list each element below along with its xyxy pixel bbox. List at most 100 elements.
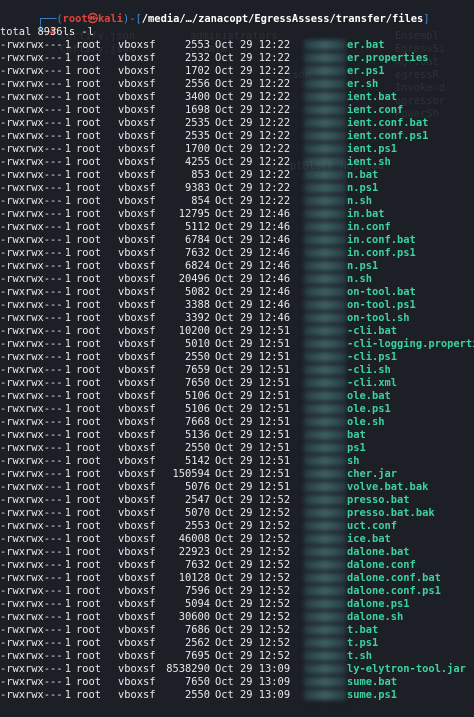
redacted-filename-blur	[304, 248, 346, 258]
file-name: on-tool.sh	[304, 312, 410, 325]
file-size: 46008	[178, 533, 210, 545]
file-permissions: -rwxrwx---	[0, 286, 63, 298]
terminal-window[interactable]: Certify.json administrators Certify.json…	[0, 0, 474, 717]
file-links: 1	[64, 494, 71, 506]
file-links: 1	[64, 416, 71, 428]
redacted-filename-blur	[304, 131, 346, 141]
file-links: 1	[64, 455, 71, 467]
file-owner: root	[76, 507, 102, 519]
file-date: Oct 29 12:52	[215, 520, 291, 532]
file-name-visible: cher.jar	[347, 468, 398, 480]
file-name-visible: volve.bat.bak	[347, 481, 429, 493]
file-name-visible: sume.ps1	[347, 689, 398, 701]
file-owner: root	[76, 52, 102, 64]
file-owner: root	[76, 156, 102, 168]
file-owner: root	[76, 143, 102, 155]
file-row: -rwxrwx--- 1 root vboxsf 7650 Oct 29 12:51 -cl…	[0, 377, 474, 390]
redacted-filename-blur	[304, 40, 346, 50]
file-size: 7695	[184, 650, 210, 662]
file-name: ient.conf.ps1	[304, 130, 428, 143]
file-date: Oct 29 12:51	[215, 442, 291, 454]
file-size: 7650	[184, 676, 210, 688]
file-size: 7659	[184, 364, 210, 376]
file-size: 6784	[184, 234, 210, 246]
file-permissions: -rwxrwx---	[0, 494, 63, 506]
file-size: 1700	[184, 143, 210, 155]
file-size: 22923	[178, 546, 210, 558]
file-group: vboxsf	[118, 117, 156, 129]
file-date: Oct 29 12:52	[215, 650, 291, 662]
file-name-visible: -cli.ps1	[347, 351, 398, 363]
redacted-filename-blur	[304, 313, 346, 323]
file-row: -rwxrwx--- 1 root vboxsf 12795 Oct 29 12:46 in…	[0, 208, 474, 221]
file-name-visible: in.bat	[347, 208, 385, 220]
file-name-visible: ly-elytron-tool.jar	[347, 663, 466, 675]
file-owner: root	[76, 650, 102, 662]
file-group: vboxsf	[118, 104, 156, 116]
file-date: Oct 29 12:46	[215, 273, 291, 285]
file-name-visible: dalone.sh	[347, 611, 404, 623]
file-name-visible: n.sh	[347, 195, 373, 207]
file-owner: root	[76, 676, 102, 688]
file-date: Oct 29 12:51	[215, 455, 291, 467]
file-name-visible: dalone.conf.bat	[347, 572, 441, 584]
file-name: n.sh	[304, 273, 372, 286]
file-name: t.ps1	[304, 637, 378, 650]
file-date: Oct 29 12:22	[215, 65, 291, 77]
file-size: 853	[191, 169, 210, 181]
file-permissions: -rwxrwx---	[0, 598, 63, 610]
file-row: -rwxrwx--- 1 root vboxsf 1702 Oct 29 12:22 er.…	[0, 65, 474, 78]
file-group: vboxsf	[118, 260, 156, 272]
file-links: 1	[64, 403, 71, 415]
file-name-visible: er.ps1	[347, 65, 385, 77]
file-size: 7668	[184, 416, 210, 428]
file-name-visible: ole.bat	[347, 390, 391, 402]
file-owner: root	[76, 65, 102, 77]
file-group: vboxsf	[118, 689, 156, 701]
file-size: 2547	[184, 494, 210, 506]
file-name: dalone.conf.bat	[304, 572, 441, 585]
file-name: n.sh	[304, 195, 372, 208]
redacted-filename-blur	[304, 612, 346, 622]
redacted-filename-blur	[304, 300, 346, 310]
file-size: 10200	[178, 325, 210, 337]
file-group: vboxsf	[118, 143, 156, 155]
file-date: Oct 29 12:52	[215, 572, 291, 584]
file-group: vboxsf	[118, 559, 156, 571]
file-date: Oct 29 12:46	[215, 312, 291, 324]
file-date: Oct 29 12:52	[215, 559, 291, 571]
file-date: Oct 29 12:51	[215, 364, 291, 376]
file-owner: root	[76, 585, 102, 597]
file-owner: root	[76, 104, 102, 116]
file-group: vboxsf	[118, 91, 156, 103]
file-row: -rwxrwx--- 1 root vboxsf 5136 Oct 29 12:51 bat	[0, 429, 474, 442]
file-row: -rwxrwx--- 1 root vboxsf 5082 Oct 29 12:46 on-…	[0, 286, 474, 299]
file-links: 1	[64, 325, 71, 337]
redacted-filename-blur	[304, 92, 346, 102]
file-owner: root	[76, 247, 102, 259]
file-size: 6824	[184, 260, 210, 272]
file-name-visible: dalone.conf.ps1	[347, 585, 441, 597]
file-name-visible: sh	[347, 455, 360, 467]
file-size: 5010	[184, 338, 210, 350]
file-group: vboxsf	[118, 338, 156, 350]
file-links: 1	[64, 182, 71, 194]
file-size: 5070	[184, 507, 210, 519]
file-links: 1	[64, 390, 71, 402]
file-size: 2532	[184, 52, 210, 64]
file-owner: root	[76, 455, 102, 467]
redacted-filename-blur	[304, 404, 346, 414]
file-owner: root	[76, 208, 102, 220]
file-links: 1	[64, 546, 71, 558]
file-permissions: -rwxrwx---	[0, 624, 63, 636]
file-links: 1	[64, 143, 71, 155]
file-links: 1	[64, 624, 71, 636]
file-name: t.sh	[304, 650, 372, 663]
file-date: Oct 29 12:52	[215, 507, 291, 519]
file-group: vboxsf	[118, 637, 156, 649]
redacted-filename-blur	[304, 456, 346, 466]
file-row: -rwxrwx--- 1 root vboxsf 7659 Oct 29 12:51 -cl…	[0, 364, 474, 377]
file-permissions: -rwxrwx---	[0, 442, 63, 454]
file-links: 1	[64, 299, 71, 311]
file-owner: root	[76, 338, 102, 350]
